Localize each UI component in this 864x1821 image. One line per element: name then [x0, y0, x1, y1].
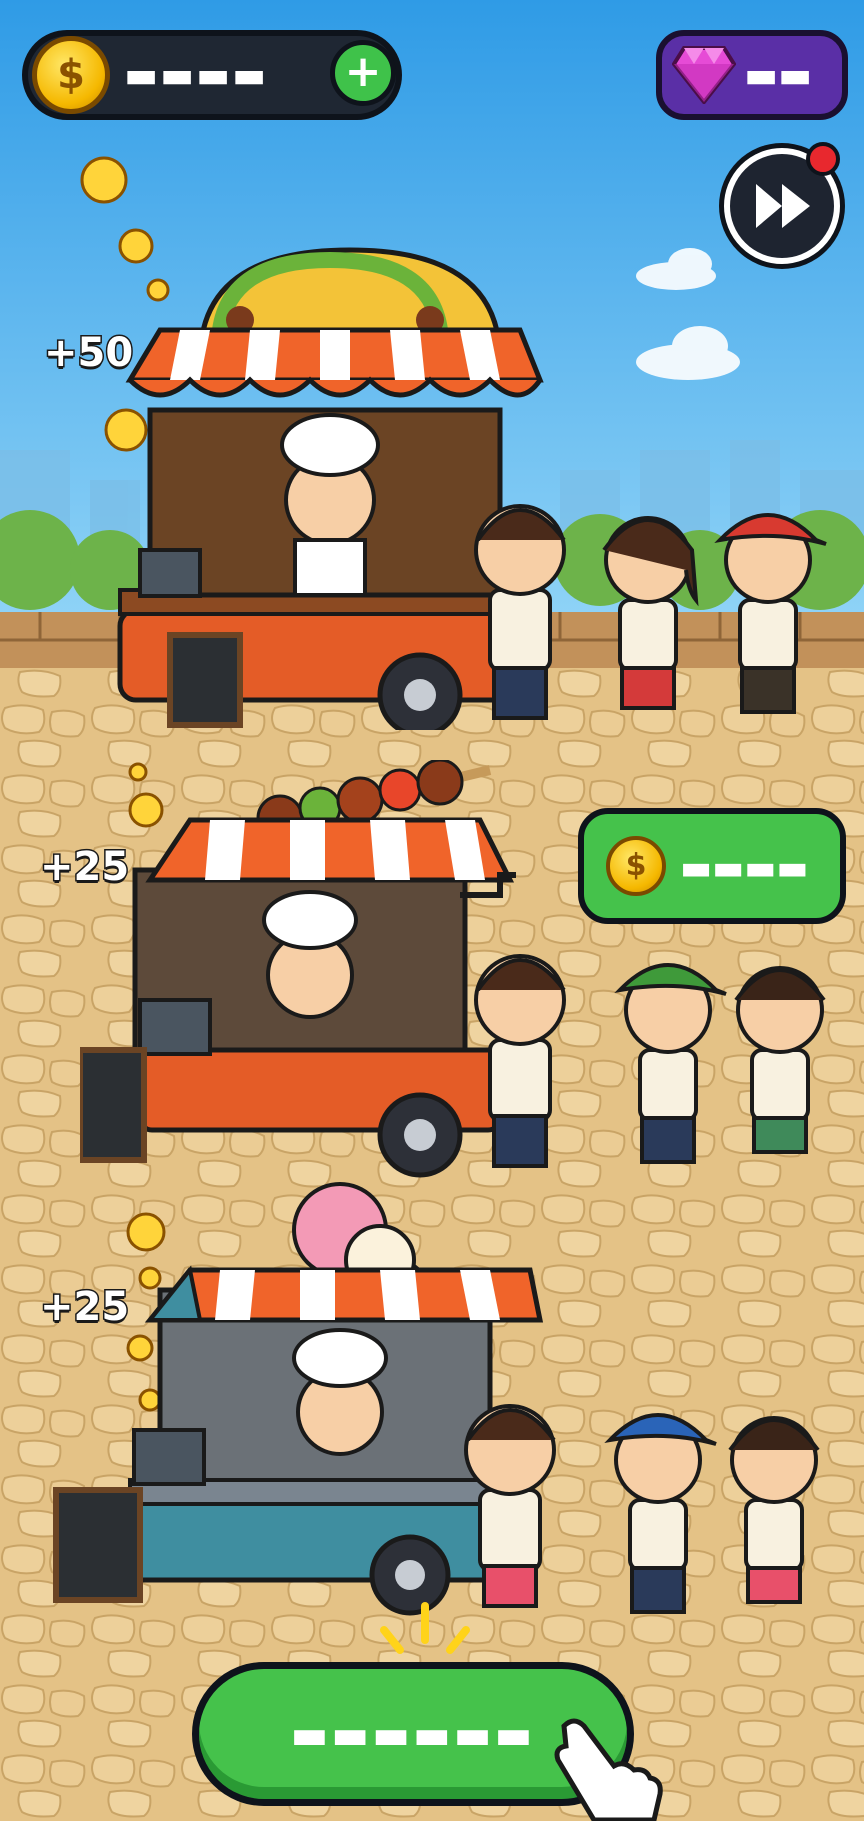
customer — [602, 516, 699, 710]
customer — [614, 963, 727, 1164]
customer — [714, 513, 827, 714]
customer — [464, 1404, 556, 1608]
tap-highlight-icon — [380, 1602, 470, 1654]
customer — [604, 1413, 717, 1614]
customer — [474, 954, 566, 1168]
customer — [474, 504, 566, 720]
pointing-hand-icon — [554, 1718, 663, 1821]
customer — [734, 966, 826, 1154]
customer — [728, 1416, 820, 1604]
customer-queue — [464, 504, 827, 1614]
